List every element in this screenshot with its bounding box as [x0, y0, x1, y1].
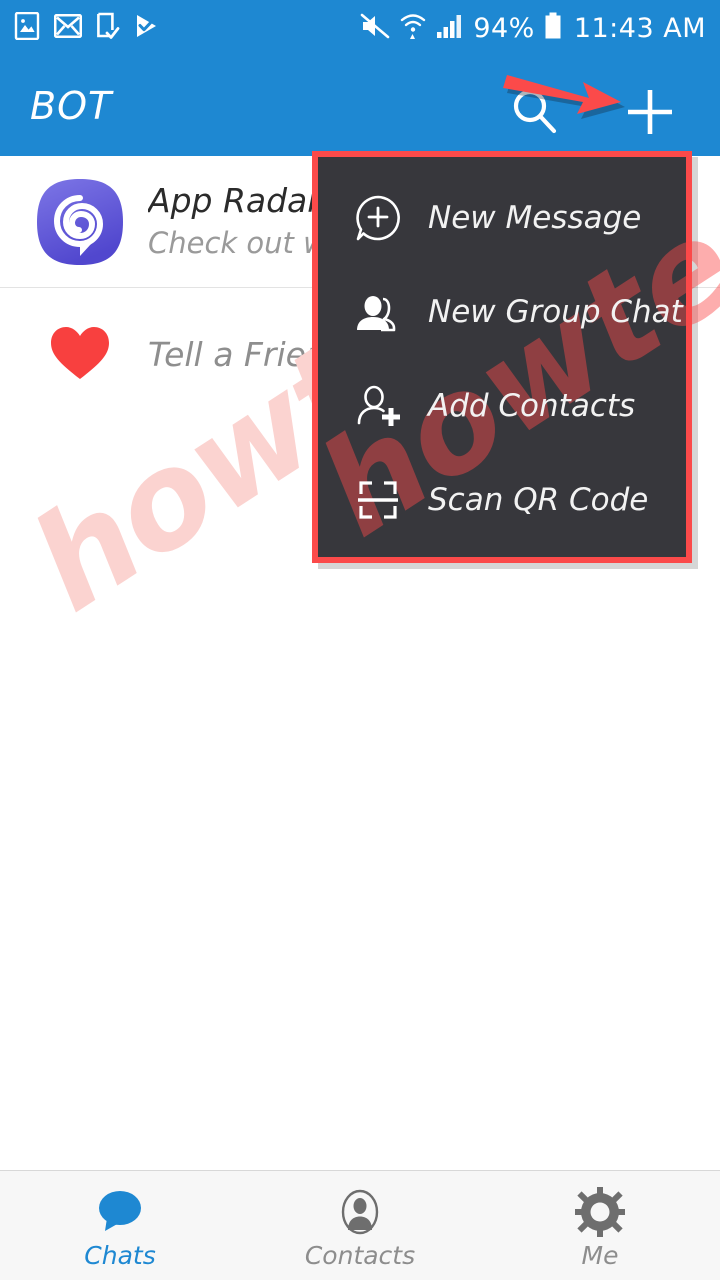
avatar — [34, 308, 126, 400]
status-bar-left-icons — [14, 11, 160, 44]
battery-percent-label: 94% — [473, 12, 535, 44]
app-title: BOT — [30, 84, 113, 128]
play-store-icon — [134, 13, 160, 43]
nav-item-chats[interactable]: Chats — [0, 1171, 240, 1280]
dropdown-highlight-border: howtech New Message New Group Chat Add C… — [294, 94, 720, 567]
add-contacts-icon — [350, 378, 406, 434]
gallery-icon — [14, 11, 40, 44]
phone-screen: 94% 11:43 AM BOT App Radar Check out wh … — [0, 0, 720, 1280]
bottom-navigation-bar: Chats Contacts Me — [0, 1170, 720, 1280]
wifi-icon — [399, 12, 427, 44]
signal-icon — [436, 13, 464, 43]
status-bar-right-icons: 94% 11:43 AM — [360, 12, 706, 44]
dropdown-menu: New Message New Group Chat Add Contacts … — [318, 157, 686, 557]
menu-item-label: New Group Chat — [428, 294, 683, 330]
menu-item-scan-qr-code[interactable]: Scan QR Code — [318, 453, 686, 547]
menu-item-new-group-chat[interactable]: New Group Chat — [318, 265, 686, 359]
status-bar: 94% 11:43 AM — [0, 0, 720, 56]
contacts-person-icon — [335, 1187, 385, 1237]
menu-item-label: Add Contacts — [428, 388, 636, 424]
battery-icon — [544, 12, 562, 44]
scan-qr-code-icon — [350, 472, 406, 528]
nav-item-label: Me — [581, 1241, 619, 1270]
nav-item-contacts[interactable]: Contacts — [240, 1171, 480, 1280]
new-message-icon — [350, 190, 406, 246]
menu-item-label: Scan QR Code — [428, 482, 649, 518]
chats-bubble-icon — [95, 1187, 145, 1237]
nav-item-label: Contacts — [304, 1241, 416, 1270]
annotation-arrow-icon — [500, 66, 630, 126]
new-group-chat-icon — [350, 284, 406, 340]
clock-label: 11:43 AM — [573, 12, 706, 44]
menu-item-label: New Message — [428, 200, 642, 236]
avatar — [34, 176, 126, 268]
me-gear-icon — [575, 1187, 625, 1237]
nav-item-me[interactable]: Me — [480, 1171, 720, 1280]
download-complete-icon — [96, 12, 120, 44]
heart-icon — [51, 327, 109, 379]
nav-item-label: Chats — [84, 1241, 156, 1270]
menu-item-new-message[interactable]: New Message — [318, 171, 686, 265]
mute-icon — [360, 13, 390, 43]
app-radar-spiral-icon — [37, 178, 123, 265]
menu-item-add-contacts[interactable]: Add Contacts — [318, 359, 686, 453]
email-icon — [53, 13, 83, 42]
dropdown-menu-container: howtech New Message New Group Chat Add C… — [294, 94, 720, 569]
